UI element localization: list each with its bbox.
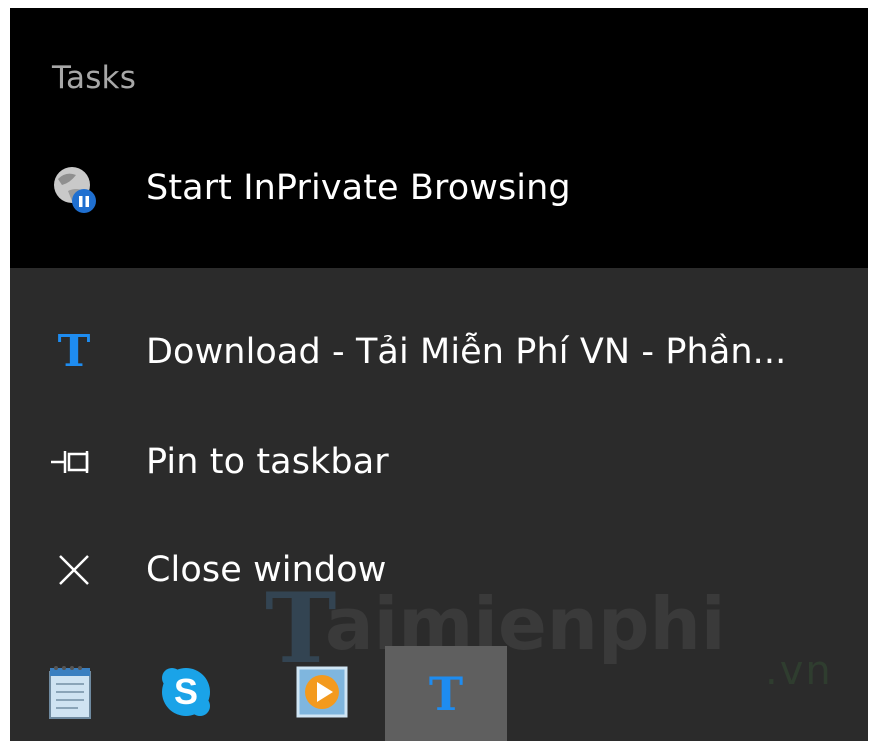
pin-to-taskbar-label: Pin to taskbar [146, 442, 389, 482]
skype-icon: S [156, 662, 216, 726]
taskbar-media-player-button[interactable] [264, 646, 380, 741]
t-glyph: T [57, 326, 91, 377]
inprivate-globe-icon [44, 159, 104, 219]
pin-icon [44, 432, 104, 492]
tasks-heading: Tasks [52, 60, 137, 96]
taskbar-skype-button[interactable]: S [128, 646, 244, 741]
taskbar-taimienphi-button[interactable]: T [385, 646, 507, 741]
media-player-icon [292, 662, 352, 726]
pin-to-taskbar-item[interactable]: Pin to taskbar [10, 418, 868, 508]
t-icon: T [428, 666, 464, 721]
taskbar-notepad-button[interactable] [14, 646, 130, 741]
notepad-icon [44, 662, 100, 726]
t-icon: T [44, 322, 104, 382]
skype-glyph: S [174, 671, 198, 712]
tasks-section: Tasks Start InPrivate Browsing [10, 8, 868, 268]
start-inprivate-browsing-item[interactable]: Start InPrivate Browsing [10, 144, 868, 234]
start-inprivate-browsing-label: Start InPrivate Browsing [146, 168, 571, 208]
download-page-label: Download - Tải Miễn Phí VN - Phần... [146, 332, 787, 372]
close-icon [44, 540, 104, 600]
close-window-label: Close window [146, 550, 387, 590]
download-page-item[interactable]: T Download - Tải Miễn Phí VN - Phần... [10, 308, 868, 398]
taskbar: S T [10, 646, 868, 741]
close-window-item[interactable]: Close window [10, 526, 868, 616]
jump-list-window: Tasks Start InPrivate Browsing T Downloa… [10, 8, 868, 741]
